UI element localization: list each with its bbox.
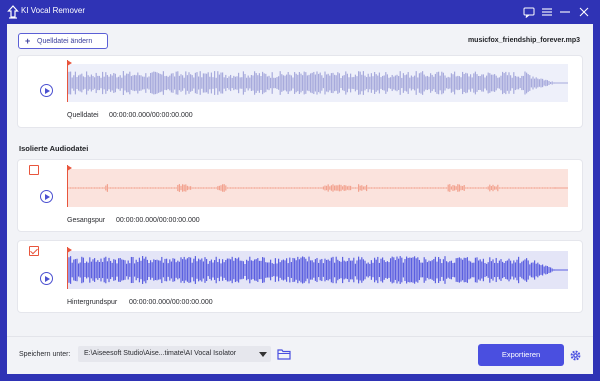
close-icon[interactable] xyxy=(577,5,591,19)
source-waveform[interactable] xyxy=(67,64,568,102)
menu-icon[interactable] xyxy=(540,5,554,19)
background-checkbox[interactable] xyxy=(29,246,39,256)
source-time: 00:00:00.000/00:00:00.000 xyxy=(109,112,193,119)
background-playhead[interactable] xyxy=(67,247,68,289)
change-source-label: Quelldatei ändern xyxy=(37,38,93,45)
vocal-playhead-flag xyxy=(67,165,72,171)
chevron-down-icon xyxy=(259,352,267,357)
source-play-button[interactable] xyxy=(40,84,53,97)
app-logo-icon xyxy=(7,5,19,19)
source-label: Quelldatei xyxy=(67,112,99,119)
vocal-playhead[interactable] xyxy=(67,165,68,207)
background-playhead-flag xyxy=(67,247,72,253)
source-playhead[interactable] xyxy=(67,60,68,102)
vocal-waveform[interactable] xyxy=(67,169,568,207)
save-path-value: E:\Aiseesoft Studio\Aise...timate\AI Voc… xyxy=(84,350,237,357)
minimize-icon[interactable] xyxy=(558,5,572,19)
vocal-time: 00:00:00.000/00:00:00.000 xyxy=(116,217,200,224)
background-waveform[interactable] xyxy=(67,251,568,289)
source-filename: musicfox_friendship_forever.mp3 xyxy=(467,37,580,44)
background-label: Hintergrundspur xyxy=(67,299,118,306)
background-play-button[interactable] xyxy=(40,272,53,285)
save-location-label: Speichern unter: xyxy=(19,351,71,358)
vocal-checkbox[interactable] xyxy=(29,165,39,175)
vocal-play-button[interactable] xyxy=(40,190,53,203)
background-time: 00:00:00.000/00:00:00.000 xyxy=(129,299,213,306)
source-playhead-flag xyxy=(67,60,72,66)
open-folder-icon[interactable] xyxy=(277,348,291,360)
vocal-label: Gesangspur xyxy=(67,217,106,224)
save-path-dropdown[interactable]: E:\Aiseesoft Studio\Aise...timate\AI Voc… xyxy=(78,346,271,362)
plus-icon: + xyxy=(25,36,31,46)
change-source-button[interactable]: + Quelldatei ändern xyxy=(18,33,108,49)
feedback-icon[interactable] xyxy=(522,5,536,19)
export-button[interactable]: Exportieren xyxy=(478,344,564,366)
title-bar: KI Vocal Remover xyxy=(0,0,600,24)
isolated-section-title: Isolierte Audiodatei xyxy=(19,144,89,153)
gear-icon[interactable] xyxy=(569,349,582,362)
window-title: KI Vocal Remover xyxy=(21,6,86,15)
